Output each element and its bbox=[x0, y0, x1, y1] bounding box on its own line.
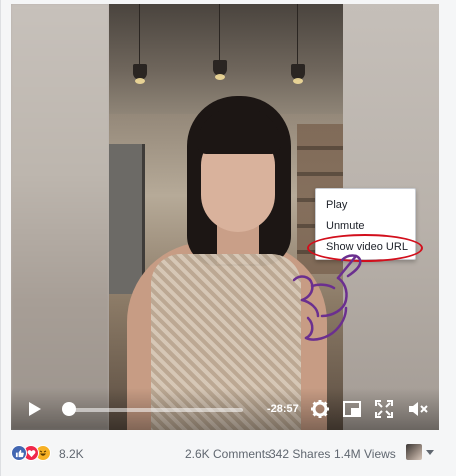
video-blur-left bbox=[11, 4, 109, 430]
time-remaining: -28:57 bbox=[267, 403, 299, 415]
reaction-count[interactable]: 8.2K bbox=[59, 447, 84, 461]
post-stats-bar: 8.2K 2.6K Comments 342 Shares 1.4M Views bbox=[1, 440, 456, 466]
picture-in-picture-icon[interactable] bbox=[341, 398, 363, 420]
pendant-lamp bbox=[133, 4, 147, 84]
shares-count[interactable]: 342 Shares bbox=[269, 447, 330, 461]
menu-item-show-video-url[interactable]: Show video URL bbox=[326, 240, 408, 254]
scene-door bbox=[109, 144, 145, 294]
pendant-lamp bbox=[291, 4, 305, 84]
pendant-lamp bbox=[213, 4, 227, 80]
muted-speaker-icon[interactable] bbox=[407, 398, 429, 420]
comments-count[interactable]: 2.6K Comments bbox=[185, 447, 271, 461]
video-post-card: -28:57 Play Unmute Show video URL 8.2K 2… bbox=[0, 0, 456, 476]
seek-bar[interactable] bbox=[65, 408, 243, 412]
video-controls: -28:57 bbox=[11, 388, 439, 430]
seek-handle[interactable] bbox=[61, 402, 76, 416]
play-icon[interactable] bbox=[27, 398, 43, 420]
settings-gear-icon[interactable] bbox=[309, 398, 331, 420]
views-count: 1.4M Views bbox=[334, 447, 396, 461]
caret-down-icon[interactable] bbox=[426, 450, 434, 455]
video-frame[interactable] bbox=[109, 4, 343, 430]
like-reaction-icon[interactable] bbox=[11, 445, 27, 461]
fullscreen-icon[interactable] bbox=[373, 398, 395, 420]
menu-item-unmute[interactable]: Unmute bbox=[326, 219, 365, 233]
avatar[interactable] bbox=[406, 444, 422, 460]
video-context-menu: Play Unmute Show video URL bbox=[315, 188, 416, 260]
menu-item-play[interactable]: Play bbox=[326, 198, 347, 212]
